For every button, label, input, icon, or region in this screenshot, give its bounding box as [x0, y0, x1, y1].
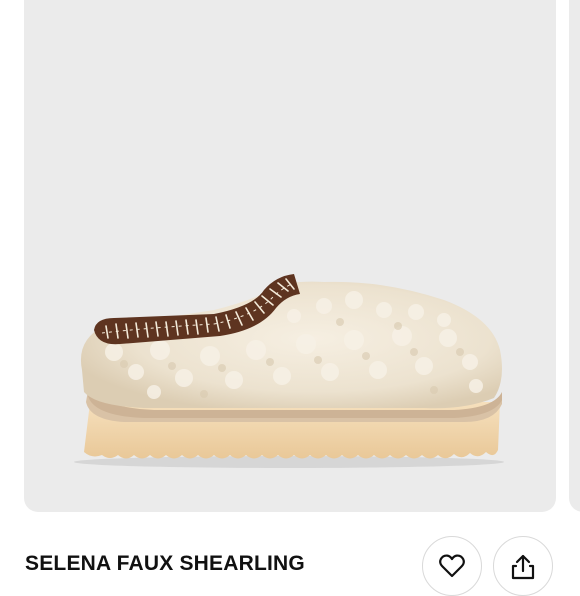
product-image-card[interactable]: [24, 0, 556, 512]
product-image: [74, 274, 504, 468]
product-title: SELENA FAUX SHEARLING: [25, 552, 305, 575]
heart-icon: [439, 554, 465, 578]
next-image-card[interactable]: [569, 0, 580, 512]
share-upload-icon: [511, 554, 535, 580]
share-button[interactable]: [493, 536, 553, 596]
like-button[interactable]: [422, 536, 482, 596]
